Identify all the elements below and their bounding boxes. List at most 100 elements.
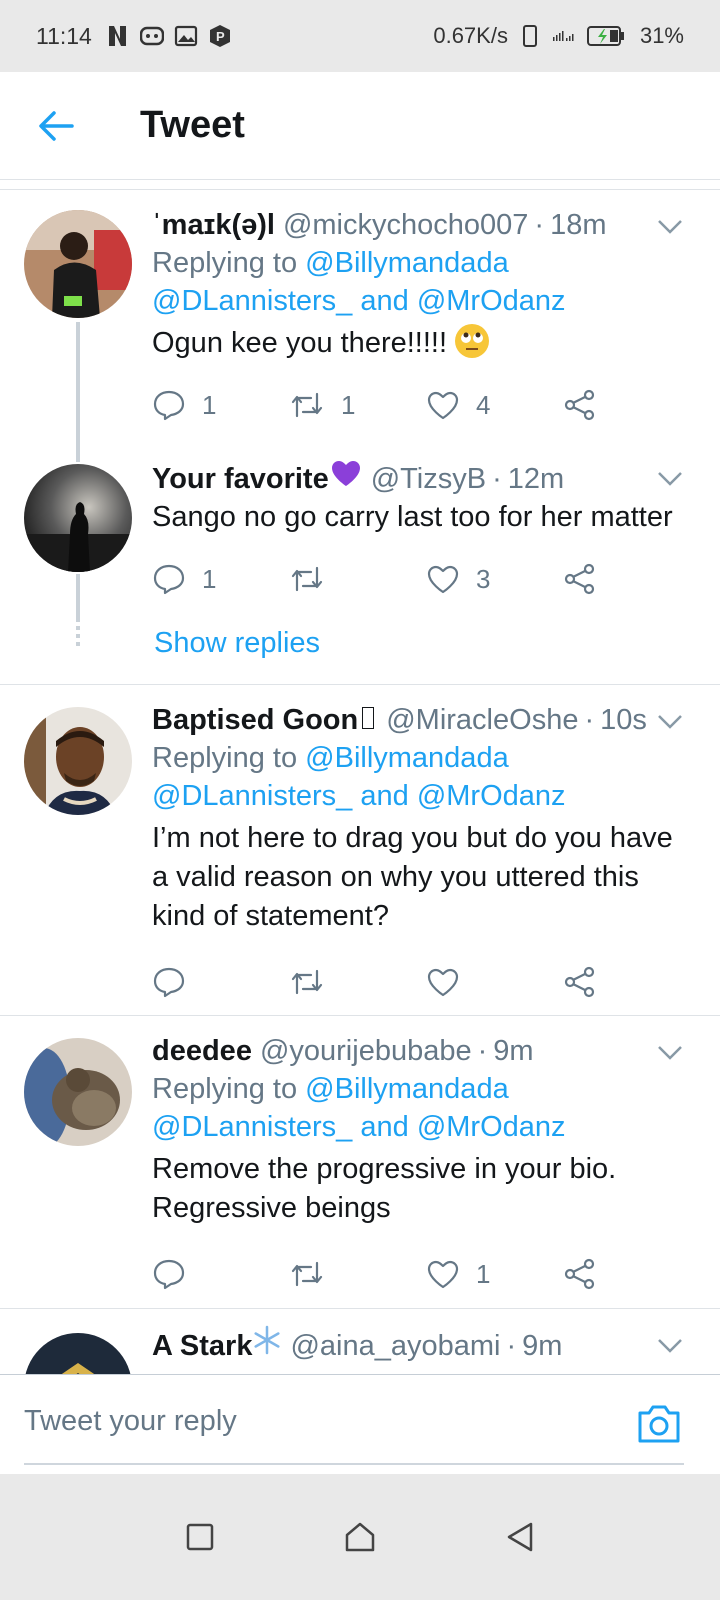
like-button[interactable]: 4: [426, 390, 563, 421]
status-bar: 11:14 P 0.67K/s 31%: [0, 0, 720, 72]
tweet[interactable]: ˈmaɪk(ə)l @mickychocho007 · 18m Replying…: [0, 190, 720, 462]
retweet-icon: [291, 1261, 323, 1287]
reply-button[interactable]: 1: [152, 563, 289, 595]
chevron-down-icon[interactable]: [656, 1044, 684, 1064]
avatar[interactable]: [24, 1038, 132, 1146]
tweet-text-line: I’m not here to drag you but do you have: [152, 822, 673, 854]
share-button[interactable]: [563, 1258, 700, 1290]
svg-text:P: P: [216, 29, 225, 44]
status-time: 11:14: [36, 22, 92, 49]
avatar[interactable]: [24, 464, 132, 572]
retweet-button[interactable]: [289, 564, 426, 594]
replying-to: Replying to @Billymandada @DLannisters_ …: [152, 1070, 700, 1146]
heart-icon: [427, 391, 459, 420]
avatar[interactable]: [24, 707, 132, 815]
display-name[interactable]: deedee: [152, 1032, 252, 1070]
system-nav-bar: [0, 1474, 720, 1600]
timestamp: 9m: [493, 1035, 534, 1067]
retweet-button[interactable]: 1: [289, 390, 426, 421]
retweet-icon: [291, 969, 323, 995]
reply-button[interactable]: [152, 966, 289, 998]
chevron-down-icon[interactable]: [656, 218, 684, 238]
camera-icon: [638, 1405, 680, 1443]
tweet[interactable]: Your favorite @TizsyB · 12m Sango no go …: [0, 450, 720, 684]
like-button[interactable]: 1: [426, 1259, 563, 1290]
divider: [0, 182, 720, 190]
triangle-back-icon: [507, 1522, 533, 1552]
tweet-text: Sango no go carry last too for her matte…: [152, 501, 673, 533]
thread-line: [76, 574, 80, 622]
reply-input[interactable]: Tweet your reply: [24, 1405, 237, 1438]
mention-link[interactable]: @MrOdanz: [417, 285, 566, 317]
reply-button[interactable]: [152, 1258, 289, 1290]
back-button[interactable]: [24, 94, 88, 158]
mention-link[interactable]: @DLannisters_: [152, 780, 352, 812]
timestamp: 10s: [600, 704, 647, 736]
tweet-actions: 1 3: [152, 559, 700, 599]
tweet-text: Ogun kee you there!!!!!: [152, 324, 700, 363]
display-name[interactable]: ˈmaɪk(ə)l: [152, 206, 275, 244]
tweet[interactable]: deedee @yourijebubabe · 9m Replying to @…: [0, 1016, 720, 1308]
tweet-actions: [152, 962, 700, 1002]
timestamp: 12m: [507, 463, 565, 495]
camera-button[interactable]: [636, 1403, 682, 1447]
reply-count: 1: [202, 563, 217, 594]
share-button[interactable]: [563, 966, 700, 998]
mention-link[interactable]: @Billymandada: [305, 247, 509, 279]
separator-dot: ·: [534, 209, 545, 241]
like-button[interactable]: 3: [426, 564, 563, 595]
recents-button[interactable]: [180, 1517, 220, 1557]
back-nav-button[interactable]: [500, 1517, 540, 1557]
battery-percent: 31%: [639, 23, 684, 48]
home-button[interactable]: [340, 1517, 380, 1557]
heart-icon: [427, 565, 459, 594]
mention-link[interactable]: @DLannisters_: [152, 285, 352, 317]
reply-feed[interactable]: ˈmaɪk(ə)l @mickychocho007 · 18m Replying…: [0, 190, 720, 1402]
and-label: and: [360, 1111, 409, 1143]
tweet-text-line: Regressive beings: [152, 1192, 391, 1224]
username[interactable]: @mickychocho007: [283, 206, 528, 244]
and-label: and: [360, 285, 409, 317]
like-button[interactable]: [426, 967, 563, 997]
share-button[interactable]: [563, 389, 700, 421]
retweet-button[interactable]: [289, 967, 426, 997]
avatar[interactable]: [24, 210, 132, 318]
chevron-down-icon[interactable]: [656, 713, 684, 733]
display-name[interactable]: Baptised Goon: [152, 701, 358, 739]
retweet-button[interactable]: [289, 1259, 426, 1289]
username[interactable]: @MiracleOshe: [386, 701, 578, 739]
replying-label: Replying to: [152, 742, 298, 774]
snowflake-icon: [252, 1325, 282, 1365]
display-name[interactable]: Your favorite: [152, 460, 329, 498]
share-icon: [564, 563, 595, 595]
gallery-icon: [174, 24, 198, 48]
tweet-text-line: a valid reason on why you uttered this: [152, 861, 639, 893]
chevron-down-icon[interactable]: [656, 1337, 684, 1357]
chevron-down-icon[interactable]: [656, 470, 684, 490]
mention-link[interactable]: @MrOdanz: [417, 780, 566, 812]
reply-button[interactable]: 1: [152, 389, 289, 421]
tweet-text: Remove the progressive in your bio. Regr…: [152, 1150, 700, 1228]
mention-link[interactable]: @Billymandada: [305, 742, 509, 774]
username[interactable]: @TizsyB: [371, 460, 486, 498]
thread-dots: [76, 626, 80, 648]
like-count: 1: [476, 1258, 491, 1289]
share-button[interactable]: [563, 563, 700, 595]
display-name[interactable]: A Stark: [152, 1327, 252, 1365]
mention-link[interactable]: @Billymandada: [305, 1073, 509, 1105]
replying-label: Replying to: [152, 247, 298, 279]
show-replies-link[interactable]: Show replies: [154, 627, 700, 660]
eye-roll-emoji-icon: [455, 324, 490, 358]
username[interactable]: @yourijebubabe: [260, 1032, 472, 1070]
reply-composer: Tweet your reply: [0, 1374, 720, 1474]
mention-link[interactable]: @MrOdanz: [417, 1111, 566, 1143]
tweet[interactable]: Baptised Goon @MiracleOshe · 10s Replyin…: [0, 685, 720, 1015]
and-label: and: [360, 780, 409, 812]
username[interactable]: @aina_ayobami: [290, 1327, 500, 1365]
arrow-left-icon: [39, 110, 74, 141]
vibrate-icon: [518, 24, 542, 48]
mention-link[interactable]: @DLannisters_: [152, 1111, 352, 1143]
tweet-text: I’m not here to drag you but do you have…: [152, 819, 700, 936]
like-count: 4: [476, 389, 491, 420]
retweet-icon: [291, 392, 323, 418]
